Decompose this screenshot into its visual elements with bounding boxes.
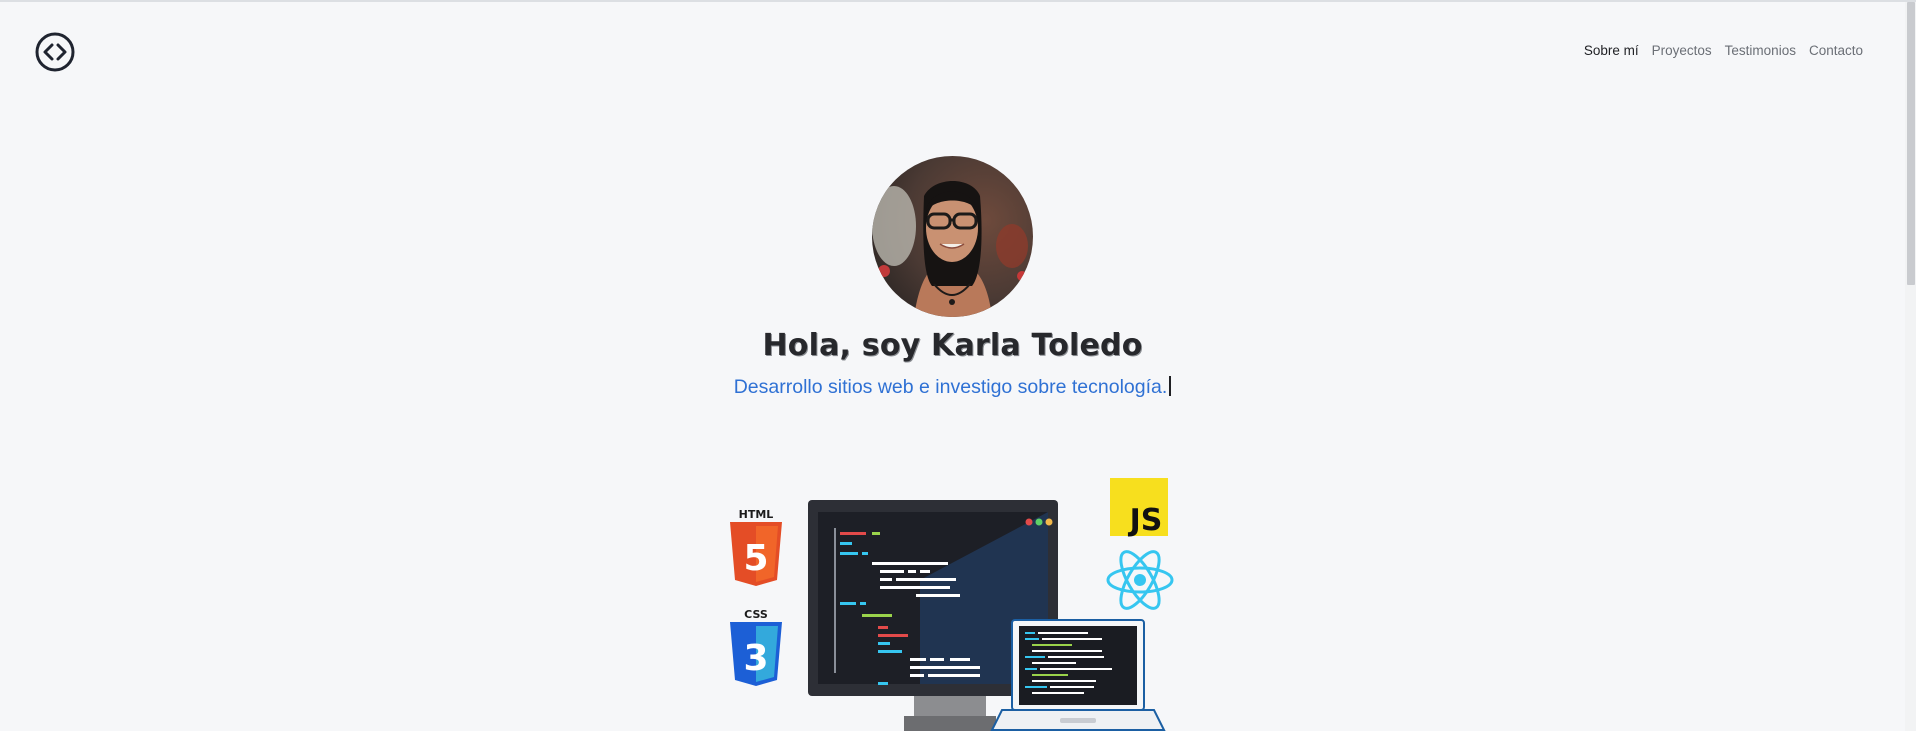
nav-link-testimonios[interactable]: Testimonios bbox=[1725, 43, 1796, 58]
scrollbar-thumb[interactable] bbox=[1907, 2, 1915, 285]
hero-illustration: HTML 5 CSS 3 JS bbox=[730, 478, 1174, 731]
javascript-icon: JS bbox=[1110, 478, 1168, 538]
html5-digit: 5 bbox=[743, 538, 768, 579]
logo-icon[interactable] bbox=[34, 31, 76, 73]
css3-icon: CSS 3 bbox=[730, 608, 782, 686]
javascript-label: JS bbox=[1128, 503, 1163, 538]
window-top-border bbox=[0, 0, 1916, 2]
nav-link-contacto[interactable]: Contacto bbox=[1809, 43, 1863, 58]
hero-subtitle: Desarrollo sitios web e investigo sobre … bbox=[0, 376, 1905, 399]
page-scrollbar[interactable] bbox=[1905, 2, 1916, 731]
hero-title: Hola, soy Karla Toledo bbox=[762, 328, 1143, 363]
nav-link-proyectos[interactable]: Proyectos bbox=[1652, 43, 1712, 58]
main-nav: Sobre mí Proyectos Testimonios Contacto bbox=[1584, 43, 1863, 58]
hero-subtitle-text: Desarrollo sitios web e investigo sobre … bbox=[733, 376, 1168, 398]
laptop bbox=[990, 619, 1166, 731]
react-icon bbox=[1106, 550, 1174, 610]
css3-label: CSS bbox=[744, 608, 768, 621]
css3-digit: 3 bbox=[743, 638, 768, 679]
avatar bbox=[872, 156, 1033, 317]
typing-caret bbox=[1169, 376, 1172, 396]
html5-icon: HTML 5 bbox=[730, 508, 782, 586]
nav-link-sobre-mi[interactable]: Sobre mí bbox=[1584, 43, 1639, 58]
html5-label: HTML bbox=[739, 508, 774, 521]
